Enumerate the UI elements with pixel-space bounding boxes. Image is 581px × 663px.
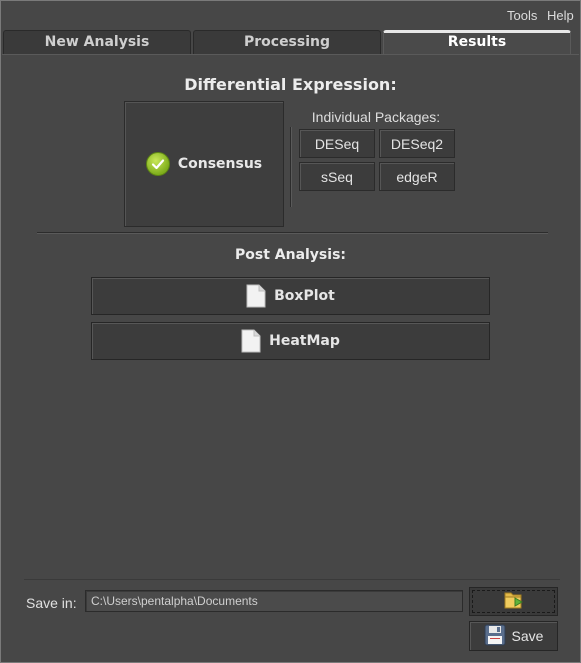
tab-processing[interactable]: Processing bbox=[193, 30, 381, 54]
heatmap-label: HeatMap bbox=[269, 333, 340, 349]
individual-packages-label: Individual Packages: bbox=[311, 109, 441, 125]
edger-button[interactable]: edgeR bbox=[379, 162, 455, 191]
document-icon bbox=[241, 329, 261, 353]
menu-help[interactable]: Help bbox=[547, 8, 574, 23]
heatmap-button[interactable]: HeatMap bbox=[91, 322, 490, 360]
menu-bar: Tools Help bbox=[2, 2, 579, 28]
menu-tools[interactable]: Tools bbox=[507, 8, 537, 23]
tab-results[interactable]: Results bbox=[383, 30, 571, 54]
section-divider bbox=[37, 232, 548, 233]
check-circle-icon bbox=[145, 152, 170, 176]
folder-icon bbox=[503, 589, 525, 615]
tab-new-analysis[interactable]: New Analysis bbox=[3, 30, 191, 54]
deseq2-button[interactable]: DESeq2 bbox=[379, 129, 455, 158]
browse-folder-button[interactable] bbox=[469, 587, 558, 616]
save-in-label: Save in: bbox=[26, 595, 77, 611]
vertical-divider bbox=[290, 127, 291, 207]
sseq-button[interactable]: sSeq bbox=[299, 162, 375, 191]
save-button[interactable]: Save bbox=[469, 621, 558, 651]
deseq-button[interactable]: DESeq bbox=[299, 129, 375, 158]
consensus-button[interactable]: Consensus bbox=[124, 101, 284, 227]
save-area-divider bbox=[24, 579, 560, 580]
differential-expression-heading: Differential Expression: bbox=[184, 75, 397, 94]
app-window: Tools Help New Analysis Processing Resul… bbox=[0, 0, 581, 663]
consensus-label: Consensus bbox=[177, 156, 263, 172]
boxplot-button[interactable]: BoxPlot bbox=[91, 277, 490, 315]
document-icon bbox=[246, 284, 266, 308]
tab-bar: New Analysis Processing Results bbox=[2, 28, 579, 54]
boxplot-label: BoxPlot bbox=[274, 288, 335, 304]
save-path-field[interactable]: C:\Users\pentalpha\Documents bbox=[85, 590, 463, 612]
post-analysis-heading: Post Analysis: bbox=[234, 247, 346, 263]
save-button-label: Save bbox=[511, 628, 544, 644]
floppy-disk-icon bbox=[484, 624, 506, 649]
results-panel: Differential Expression: Consensus Indiv… bbox=[2, 54, 579, 661]
